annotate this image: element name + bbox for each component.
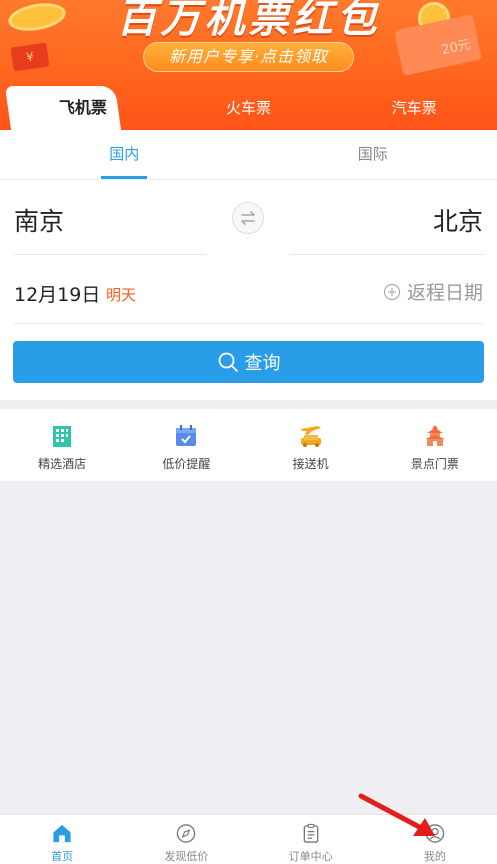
departure-city[interactable]: 南京 — [14, 202, 64, 238]
clipboard-icon — [303, 823, 318, 843]
red-envelope-decoration: ¥ — [10, 42, 50, 72]
nav-discover-label: 发现低价 — [164, 850, 209, 863]
quick-services: 精选酒店 低价提醒 接送机 景点门票 — [0, 409, 497, 481]
tab-domestic[interactable]: 国内 — [0, 130, 249, 179]
service-price-alert-label: 低价提醒 — [162, 457, 211, 471]
nav-home-label: 首页 — [51, 850, 74, 863]
active-tab-underline — [101, 176, 148, 179]
search-icon — [218, 352, 238, 372]
plus-circle-icon — [383, 283, 401, 300]
nav-profile-label: 我的 — [423, 850, 446, 863]
tab-international-label: 国际 — [357, 145, 388, 163]
service-attraction-tickets[interactable]: 景点门票 — [373, 409, 497, 481]
tab-train[interactable]: 火车票 — [166, 86, 332, 130]
hotel-icon — [53, 426, 72, 447]
divider — [14, 323, 483, 324]
departure-date[interactable]: 12月19日 — [14, 280, 100, 307]
nav-orders-label: 订单中心 — [288, 850, 333, 863]
divider — [14, 254, 206, 255]
service-airport-transfer[interactable]: 接送机 — [249, 409, 373, 481]
compass-icon — [177, 824, 196, 843]
service-price-alert[interactable]: 低价提醒 — [124, 409, 248, 481]
swap-icon — [241, 211, 255, 225]
banner-title: 百万机票红包 — [116, 0, 381, 42]
transport-tabs: 飞机票 火车票 汽车票 — [0, 86, 497, 130]
tab-bus[interactable]: 汽车票 — [331, 86, 497, 130]
search-button[interactable]: 查询 — [13, 341, 484, 383]
nav-home[interactable]: 首页 — [0, 815, 124, 864]
tab-flight[interactable]: 飞机票 — [0, 86, 166, 130]
arrival-city[interactable]: 北京 — [433, 202, 483, 238]
service-hotel[interactable]: 精选酒店 — [0, 409, 124, 481]
swap-cities-button[interactable] — [232, 202, 264, 234]
service-hotel-label: 精选酒店 — [38, 457, 87, 471]
banner-claim-button[interactable]: 新用户专享·点击领取 — [143, 42, 354, 72]
pagoda-icon — [424, 425, 445, 446]
service-airport-transfer-label: 接送机 — [292, 457, 329, 471]
annotation-arrow-icon — [358, 793, 435, 836]
return-date-label: 返程日期 — [406, 282, 483, 304]
departure-date-tag: 明天 — [106, 286, 137, 304]
service-attraction-tickets-label: 景点门票 — [410, 457, 459, 471]
tab-domestic-label: 国内 — [109, 145, 140, 163]
search-button-label: 查询 — [244, 353, 281, 374]
airport-car-icon — [300, 426, 321, 447]
home-icon — [53, 824, 71, 843]
nav-discover[interactable]: 发现低价 — [124, 815, 248, 864]
tab-flight-label: 飞机票 — [58, 98, 107, 117]
tab-international[interactable]: 国际 — [249, 130, 497, 179]
date-selector: 12月19日 明天 返程日期 — [0, 256, 497, 324]
return-date-button[interactable]: 返程日期 — [383, 278, 483, 305]
route-selector: 南京 北京 — [0, 180, 497, 256]
calendar-check-icon — [176, 425, 197, 446]
divider — [290, 254, 484, 255]
flight-search-card: 国内 国际 南京 北京 12月19日 明天 返程日期 查询 — [0, 130, 497, 400]
region-tabs: 国内 国际 — [0, 130, 497, 180]
